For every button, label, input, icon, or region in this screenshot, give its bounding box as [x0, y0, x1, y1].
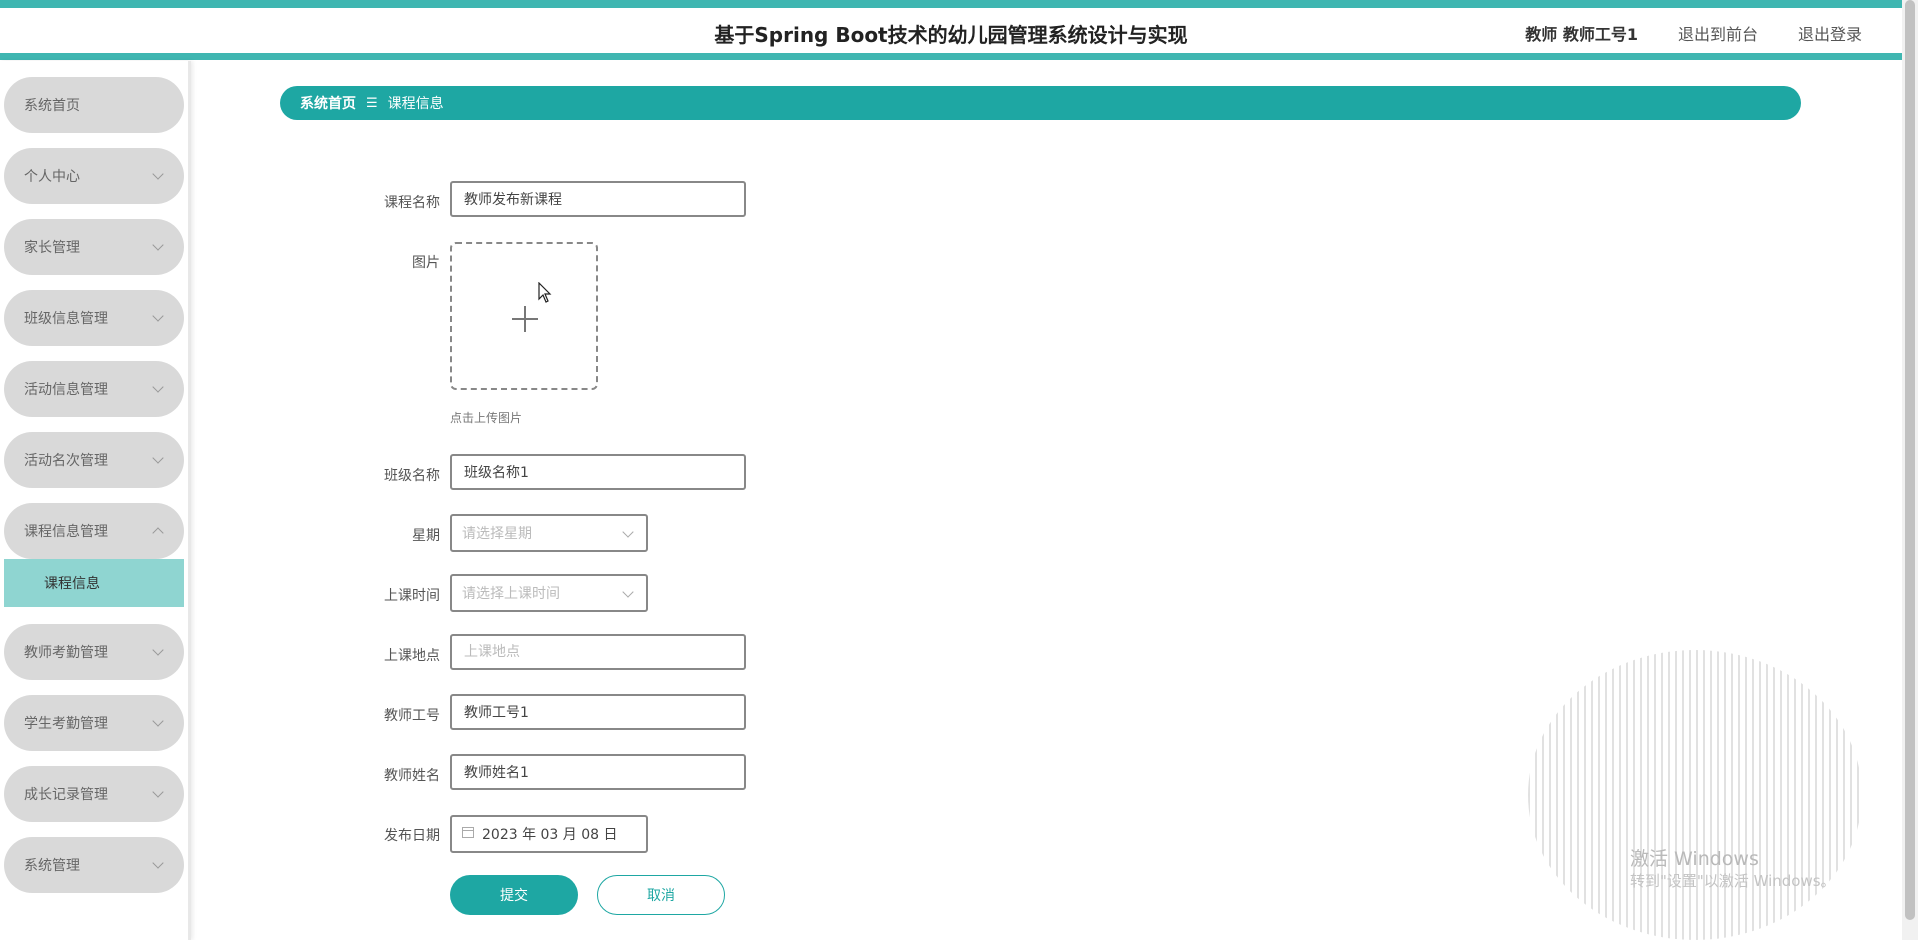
chevron-down-icon — [152, 715, 164, 727]
sidebar-item-label: 系统管理 — [24, 858, 80, 874]
logout-link[interactable]: 退出登录 — [1798, 21, 1862, 45]
location-input[interactable] — [450, 634, 746, 670]
class-time-label: 上课时间 — [384, 588, 440, 604]
watermark-pattern — [1528, 650, 1862, 940]
top-header: 基于Spring Boot技术的幼儿园管理系统设计与实现 教师 教师工号1 退出… — [0, 0, 1902, 61]
weekday-label: 星期 — [412, 528, 440, 544]
teacher-name-input[interactable] — [450, 754, 746, 790]
sidebar-item-home[interactable]: 系统首页 — [4, 77, 184, 133]
sidebar-item-parent-management[interactable]: 家长管理 — [4, 219, 184, 275]
chevron-down-icon — [152, 786, 164, 798]
current-user: 教师 教师工号1 — [1525, 25, 1638, 44]
header-bottom-stripe — [0, 53, 1902, 60]
chevron-down-icon — [152, 239, 164, 251]
chevron-down-icon — [152, 381, 164, 393]
chevron-down-icon — [152, 857, 164, 869]
breadcrumb-current: 课程信息 — [387, 96, 444, 112]
chevron-down-icon — [622, 586, 634, 598]
class-name-label: 班级名称 — [384, 468, 440, 484]
sidebar-item-course-management[interactable]: 课程信息管理 — [4, 503, 184, 559]
image-label: 图片 — [412, 255, 440, 271]
sidebar-item-activity-ranking[interactable]: 活动名次管理 — [4, 432, 184, 488]
weekday-select-placeholder: 请选择星期 — [462, 526, 532, 542]
exit-to-front-link[interactable]: 退出到前台 — [1678, 21, 1758, 45]
sidebar-item-label: 课程信息管理 — [24, 524, 108, 540]
sidebar: 系统首页 个人中心 家长管理 班级信息管理 活动信息管理 活动名次管理 课程信息… — [0, 61, 191, 940]
calendar-icon — [462, 826, 474, 838]
header-top-stripe — [0, 0, 1902, 8]
breadcrumb-separator-icon: ☰ — [366, 95, 378, 111]
teacher-id-input[interactable] — [450, 694, 746, 730]
windows-activation-title: 激活 Windows — [1630, 848, 1759, 870]
sidebar-item-activity-management[interactable]: 活动信息管理 — [4, 361, 184, 417]
course-name-input[interactable] — [450, 181, 746, 217]
breadcrumb: 系统首页 ☰ 课程信息 — [280, 86, 1801, 120]
breadcrumb-home[interactable]: 系统首页 — [300, 93, 356, 113]
sidebar-item-teacher-attendance[interactable]: 教师考勤管理 — [4, 624, 184, 680]
plus-icon-vertical — [524, 306, 526, 332]
sidebar-subitem-label: 课程信息 — [44, 576, 100, 592]
scrollbar-thumb[interactable] — [1905, 0, 1915, 920]
image-upload-box[interactable] — [450, 242, 598, 390]
weekday-select[interactable]: 请选择星期 — [450, 514, 648, 552]
publish-date-picker[interactable]: 2023 年 03 月 08 日 — [450, 815, 648, 853]
vertical-scrollbar[interactable] — [1902, 0, 1918, 940]
sidebar-item-student-attendance[interactable]: 学生考勤管理 — [4, 695, 184, 751]
upload-hint: 点击上传图片 — [450, 411, 523, 425]
chevron-down-icon — [622, 526, 634, 538]
sidebar-item-label: 成长记录管理 — [24, 787, 108, 803]
header-actions: 教师 教师工号1 退出到前台 退出登录 — [1525, 21, 1862, 45]
sidebar-item-label: 学生考勤管理 — [24, 716, 108, 732]
chevron-down-icon — [152, 168, 164, 180]
sidebar-item-growth-records[interactable]: 成长记录管理 — [4, 766, 184, 822]
teacher-name-label: 教师姓名 — [384, 768, 440, 784]
chevron-down-icon — [152, 310, 164, 322]
teacher-id-label: 教师工号 — [384, 708, 440, 724]
course-name-label: 课程名称 — [384, 195, 440, 211]
sidebar-item-system-management[interactable]: 系统管理 — [4, 837, 184, 893]
sidebar-item-label: 系统首页 — [24, 98, 80, 114]
class-time-select[interactable]: 请选择上课时间 — [450, 574, 648, 612]
sidebar-subitem-course-info[interactable]: 课程信息 — [4, 559, 184, 607]
sidebar-item-label: 活动信息管理 — [24, 382, 108, 398]
class-time-select-placeholder: 请选择上课时间 — [462, 586, 560, 602]
class-name-input[interactable] — [450, 454, 746, 490]
publish-date-value: 2023 年 03 月 08 日 — [482, 827, 618, 843]
chevron-down-icon — [152, 452, 164, 464]
location-label: 上课地点 — [384, 648, 440, 664]
windows-activation-subtitle: 转到"设置"以激活 Windows。 — [1630, 872, 1836, 890]
publish-date-label: 发布日期 — [384, 828, 440, 844]
sidebar-item-label: 家长管理 — [24, 240, 80, 256]
chevron-up-icon — [152, 527, 164, 539]
sidebar-item-personal-center[interactable]: 个人中心 — [4, 148, 184, 204]
sidebar-item-label: 个人中心 — [24, 169, 80, 185]
chevron-down-icon — [152, 644, 164, 656]
sidebar-item-label: 教师考勤管理 — [24, 645, 108, 661]
cancel-button[interactable]: 取消 — [597, 875, 725, 915]
sidebar-item-label: 活动名次管理 — [24, 453, 108, 469]
mouse-cursor-icon — [538, 282, 552, 303]
submit-button[interactable]: 提交 — [450, 875, 578, 915]
sidebar-item-label: 班级信息管理 — [24, 311, 108, 327]
sidebar-item-class-management[interactable]: 班级信息管理 — [4, 290, 184, 346]
